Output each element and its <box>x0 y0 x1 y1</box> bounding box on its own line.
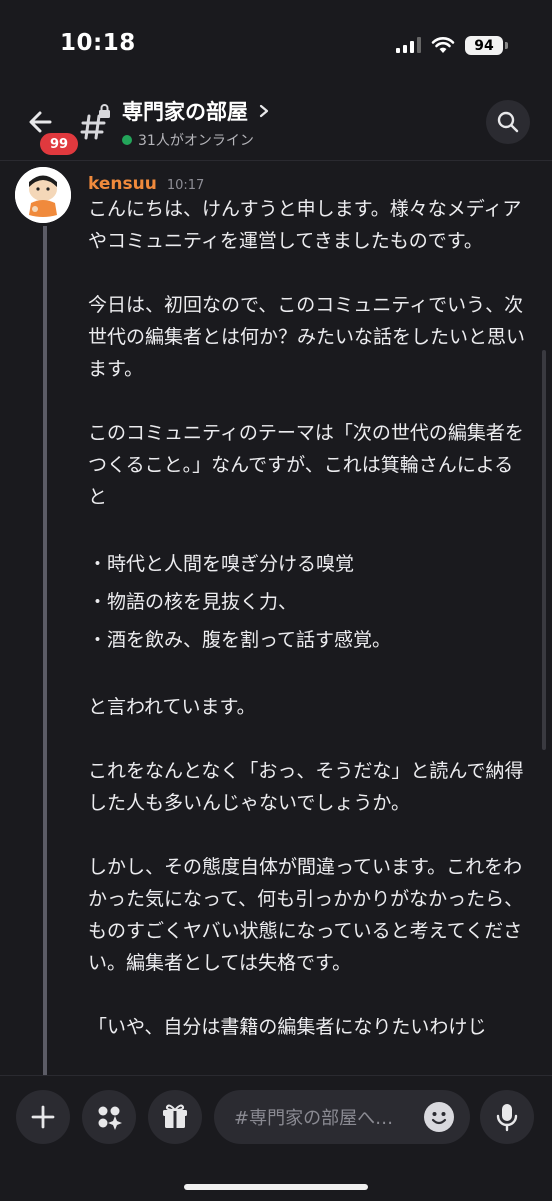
emoji-icon <box>425 1103 453 1131</box>
apps-button[interactable] <box>82 1090 136 1144</box>
wifi-icon <box>431 37 455 53</box>
avatar-illustration <box>15 167 71 223</box>
composer-bar <box>0 1075 552 1201</box>
chevron-right-icon <box>259 104 269 118</box>
message-paragraph: こんにちは、けんすうと申します。様々なメディアやコミュニティを運営してきましたも… <box>88 198 522 252</box>
voice-button[interactable] <box>480 1090 534 1144</box>
search-icon <box>497 111 519 133</box>
avatar[interactable] <box>15 167 71 223</box>
unread-badge: 99 <box>37 130 81 158</box>
channel-title: 専門家の部屋 <box>122 100 248 124</box>
status-bar: 10:18 94 <box>0 0 552 90</box>
home-indicator[interactable] <box>184 1184 368 1190</box>
message-bullet: ・時代と人間を嗅ぎ分ける嗅覚 <box>88 553 355 575</box>
message-paragraph: これをなんとなく「おっ、そうだな」と読んで納得した人も多いんじゃないでしょうか。 <box>88 760 524 814</box>
channel-title-group[interactable]: 専門家の部屋 31人がオンライン <box>122 96 271 150</box>
gift-icon <box>163 1104 187 1128</box>
message-input-wrap <box>214 1090 470 1146</box>
message-paragraph: 今日は、初回なので、このコミュニティでいう、次世代の編集者とは何か？みたいな話を… <box>88 294 526 380</box>
gift-button[interactable] <box>148 1090 202 1144</box>
emoji-button[interactable] <box>424 1102 454 1132</box>
microphone-icon <box>496 1104 518 1132</box>
add-button[interactable] <box>16 1090 70 1144</box>
message-paragraph: と言われています。 <box>88 696 256 718</box>
message-header: kensuu 10:17 <box>88 174 204 194</box>
message-paragraph: しかし、その態度自体が間違っています。これをわかった気になって、何も引っかかりが… <box>88 856 524 974</box>
scrollbar[interactable] <box>542 350 546 750</box>
apps-sparkle-icon <box>98 1106 122 1130</box>
online-status-dot <box>122 135 132 145</box>
channel-header: 99 専門家の部屋 31人がオンライン <box>0 90 552 160</box>
message-author[interactable]: kensuu <box>88 174 157 194</box>
message-bullet: ・物語の核を見抜く力、 <box>88 591 298 613</box>
battery-tip <box>505 42 508 49</box>
message-bullet: ・酒を飲み、腹を割って話す感覚。 <box>88 629 392 651</box>
header-divider <box>0 160 552 161</box>
plus-icon <box>31 1105 55 1129</box>
cellular-signal-icon <box>396 37 421 53</box>
search-button[interactable] <box>486 100 530 144</box>
status-time: 10:18 <box>60 30 136 56</box>
online-count: 31人がオンライン <box>122 130 271 150</box>
message-input[interactable] <box>232 1090 426 1146</box>
locked-hash-icon <box>80 104 110 140</box>
online-count-text: 31人がオンライン <box>138 133 254 149</box>
message-timestamp: 10:17 <box>166 178 205 193</box>
message-body: こんにちは、けんすうと申します。様々なメディアやコミュニティを運営してきましたも… <box>88 193 528 1043</box>
message-paragraph: 「いや、自分は書籍の編集者になりたいわけじ <box>88 1016 487 1038</box>
thread-line <box>43 226 47 1076</box>
battery-indicator: 94 <box>465 36 503 55</box>
message-paragraph: このコミュニティのテーマは「次の世代の編集者をつくること。」なんですが、これは箕… <box>88 422 524 508</box>
